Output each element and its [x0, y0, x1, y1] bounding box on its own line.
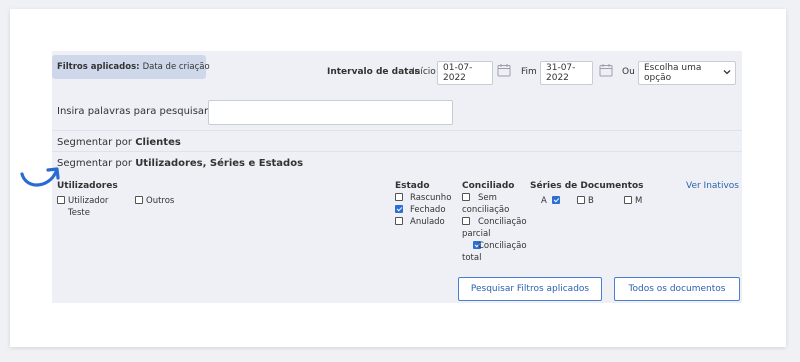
series-b-checkbox[interactable] [577, 196, 585, 204]
calendar-icon[interactable] [497, 63, 511, 80]
state-closed-checkbox[interactable] [395, 205, 403, 213]
segment-users-bold: Utilizadores, Séries e Estados [135, 158, 304, 169]
search-label: Insira palavras para pesquisar [57, 106, 209, 117]
all-documents-button[interactable]: Todos os documentos [614, 277, 740, 301]
state-cancelled-checkbox[interactable] [395, 217, 403, 225]
end-date-label: Fim [521, 67, 537, 77]
calendar-icon[interactable] [599, 63, 613, 80]
reconciled-none-checkbox[interactable] [462, 193, 470, 201]
period-select-value: Escolha uma opção [644, 63, 702, 83]
segment-users-prefix: Segmentar por [57, 158, 132, 169]
end-date-input[interactable]: 31-07-2022 [540, 61, 593, 85]
state-closed-label: Fechado [410, 205, 446, 215]
reconciled-total-label-line2: total [462, 253, 482, 263]
or-label: Ou [622, 67, 635, 77]
divider [52, 130, 742, 131]
user-teste-label-line2: Teste [68, 208, 90, 218]
curved-arrow-icon [20, 167, 60, 187]
reconciled-partial-label-line1: Conciliação [478, 217, 527, 227]
series-m-label: M [635, 196, 643, 206]
reconciled-header: Conciliado [462, 181, 515, 191]
reconciled-partial-label-line2: parcial [462, 229, 491, 239]
search-input[interactable] [208, 100, 453, 125]
series-a-label: A [541, 196, 547, 206]
reconciled-none-label-line2: conciliação [462, 205, 510, 215]
users-header: Utilizadores [57, 181, 118, 191]
series-a-checkbox[interactable] [551, 196, 560, 204]
search-applied-filters-button[interactable]: Pesquisar Filtros aplicados [458, 277, 602, 301]
segment-users-toggle[interactable]: Segmentar por Utilizadores, Séries e Est… [57, 158, 303, 169]
series-m-checkbox[interactable] [624, 196, 632, 204]
series-b-label: B [588, 196, 594, 206]
state-header: Estado [395, 181, 430, 191]
divider [52, 151, 742, 152]
segment-clients-bold: Clientes [135, 137, 181, 148]
applied-filters-badge: Filtros aplicados: Data de criação [52, 55, 210, 79]
user-teste-checkbox[interactable] [57, 196, 65, 204]
date-range-label: Intervalo de datas [327, 67, 420, 77]
state-cancelled-label: Anulado [410, 217, 445, 227]
user-others-label: Outros [146, 196, 175, 206]
chevron-down-icon [723, 68, 731, 78]
segment-clients-prefix: Segmentar por [57, 137, 132, 148]
series-header: Séries de Documentos [530, 181, 644, 191]
user-teste-label-line1: Utilizador [68, 196, 109, 206]
user-others-checkbox[interactable] [135, 196, 143, 204]
period-select[interactable]: Escolha uma opção [638, 61, 736, 85]
reconciled-partial-checkbox[interactable] [462, 217, 470, 225]
applied-filters-value: Data de criação [142, 62, 210, 72]
reconciled-total-label-line1: Conciliação [478, 241, 527, 251]
state-draft-checkbox[interactable] [395, 193, 403, 201]
show-inactive-link[interactable]: Ver Inativos [686, 181, 739, 191]
reconciled-none-label-line1: Sem [478, 193, 497, 203]
start-date-input[interactable]: 01-07-2022 [437, 61, 493, 85]
state-draft-label: Rascunho [410, 193, 452, 203]
filter-panel [52, 51, 742, 303]
applied-filters-label: Filtros aplicados: [57, 62, 140, 72]
start-date-label: Início [412, 67, 436, 77]
segment-clients-toggle[interactable]: Segmentar por Clientes [57, 137, 181, 148]
